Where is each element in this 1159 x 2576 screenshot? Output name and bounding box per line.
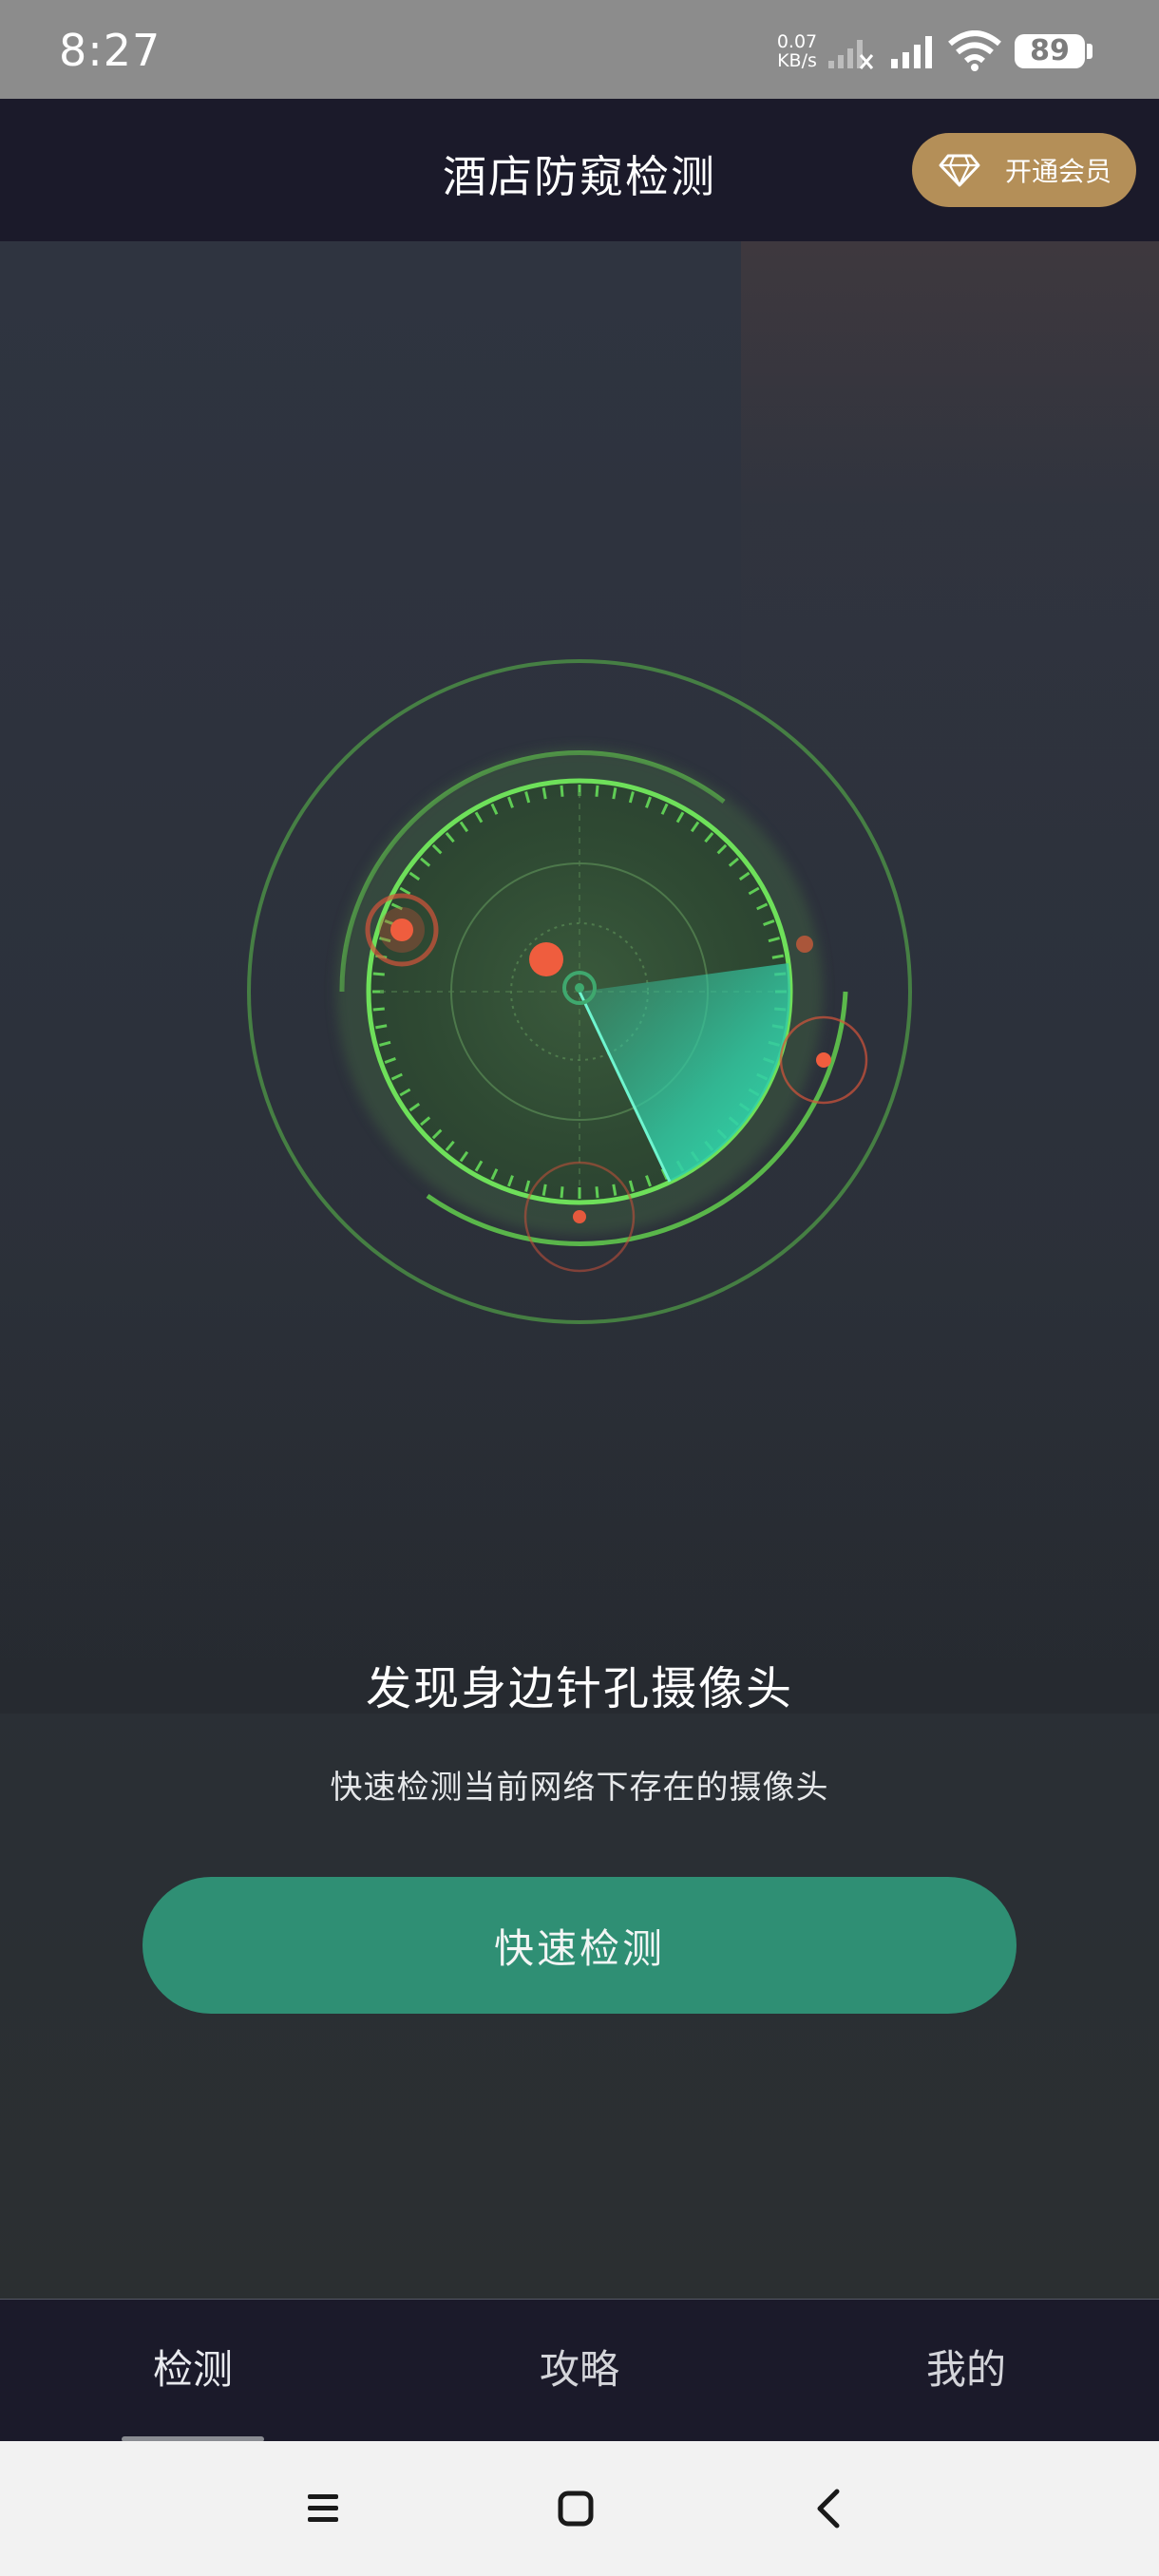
system-nav-bar xyxy=(0,2441,1159,2576)
radar-tick xyxy=(560,1186,564,1199)
radar-tick xyxy=(595,785,599,797)
status-bar: 8:27 0.07 KB/s 89 xyxy=(0,0,1159,99)
app-header: 酒店防窥检测 开通会员 xyxy=(0,99,1159,241)
radar-tick xyxy=(612,787,618,800)
network-speed-unit: KB/s xyxy=(777,50,817,71)
tab-mine[interactable]: 我的 xyxy=(824,2338,1109,2396)
vip-button[interactable]: 开通会员 xyxy=(912,133,1136,207)
subtitle: 快速检测当前网络下存在的摄像头 xyxy=(330,1769,829,1807)
signal-icon xyxy=(891,36,932,68)
battery-icon: 89 xyxy=(1015,34,1085,68)
radar-tick xyxy=(595,1186,599,1199)
quick-scan-button[interactable]: 快速检测 xyxy=(142,1877,1016,2014)
radar-tick xyxy=(560,785,564,797)
home-icon[interactable] xyxy=(542,2475,609,2542)
radar-tick xyxy=(372,972,385,976)
radar-tick xyxy=(612,1184,618,1196)
radar-tick xyxy=(542,787,547,800)
tab-guide[interactable]: 攻略 xyxy=(437,2338,722,2396)
main-content: 发现身边针孔摄像头 快速检测当前网络下存在的摄像头 快速检测 xyxy=(0,241,1159,2299)
radar-tick xyxy=(542,1184,547,1196)
radar-tick xyxy=(771,954,784,959)
diamond-icon xyxy=(939,154,980,187)
status-time: 8:27 xyxy=(59,25,162,76)
tab-detect[interactable]: 检测 xyxy=(50,2338,335,2396)
radar-tick xyxy=(372,1007,385,1012)
battery-tip xyxy=(1087,44,1092,59)
wifi-icon xyxy=(948,30,1001,71)
tab-bar: 检测 攻略 我的 xyxy=(0,2299,1159,2442)
radar-scanner-icon xyxy=(247,659,912,1324)
back-icon[interactable] xyxy=(796,2475,863,2542)
network-speed: 0.07 KB/s xyxy=(773,32,821,70)
headline: 发现身边针孔摄像头 xyxy=(365,1662,793,1715)
vip-button-label: 开通会员 xyxy=(1005,156,1112,187)
network-speed-value: 0.07 xyxy=(776,31,818,52)
radar-tick xyxy=(375,1024,388,1030)
menu-icon[interactable] xyxy=(290,2475,356,2542)
signal-muted-icon xyxy=(828,40,874,69)
